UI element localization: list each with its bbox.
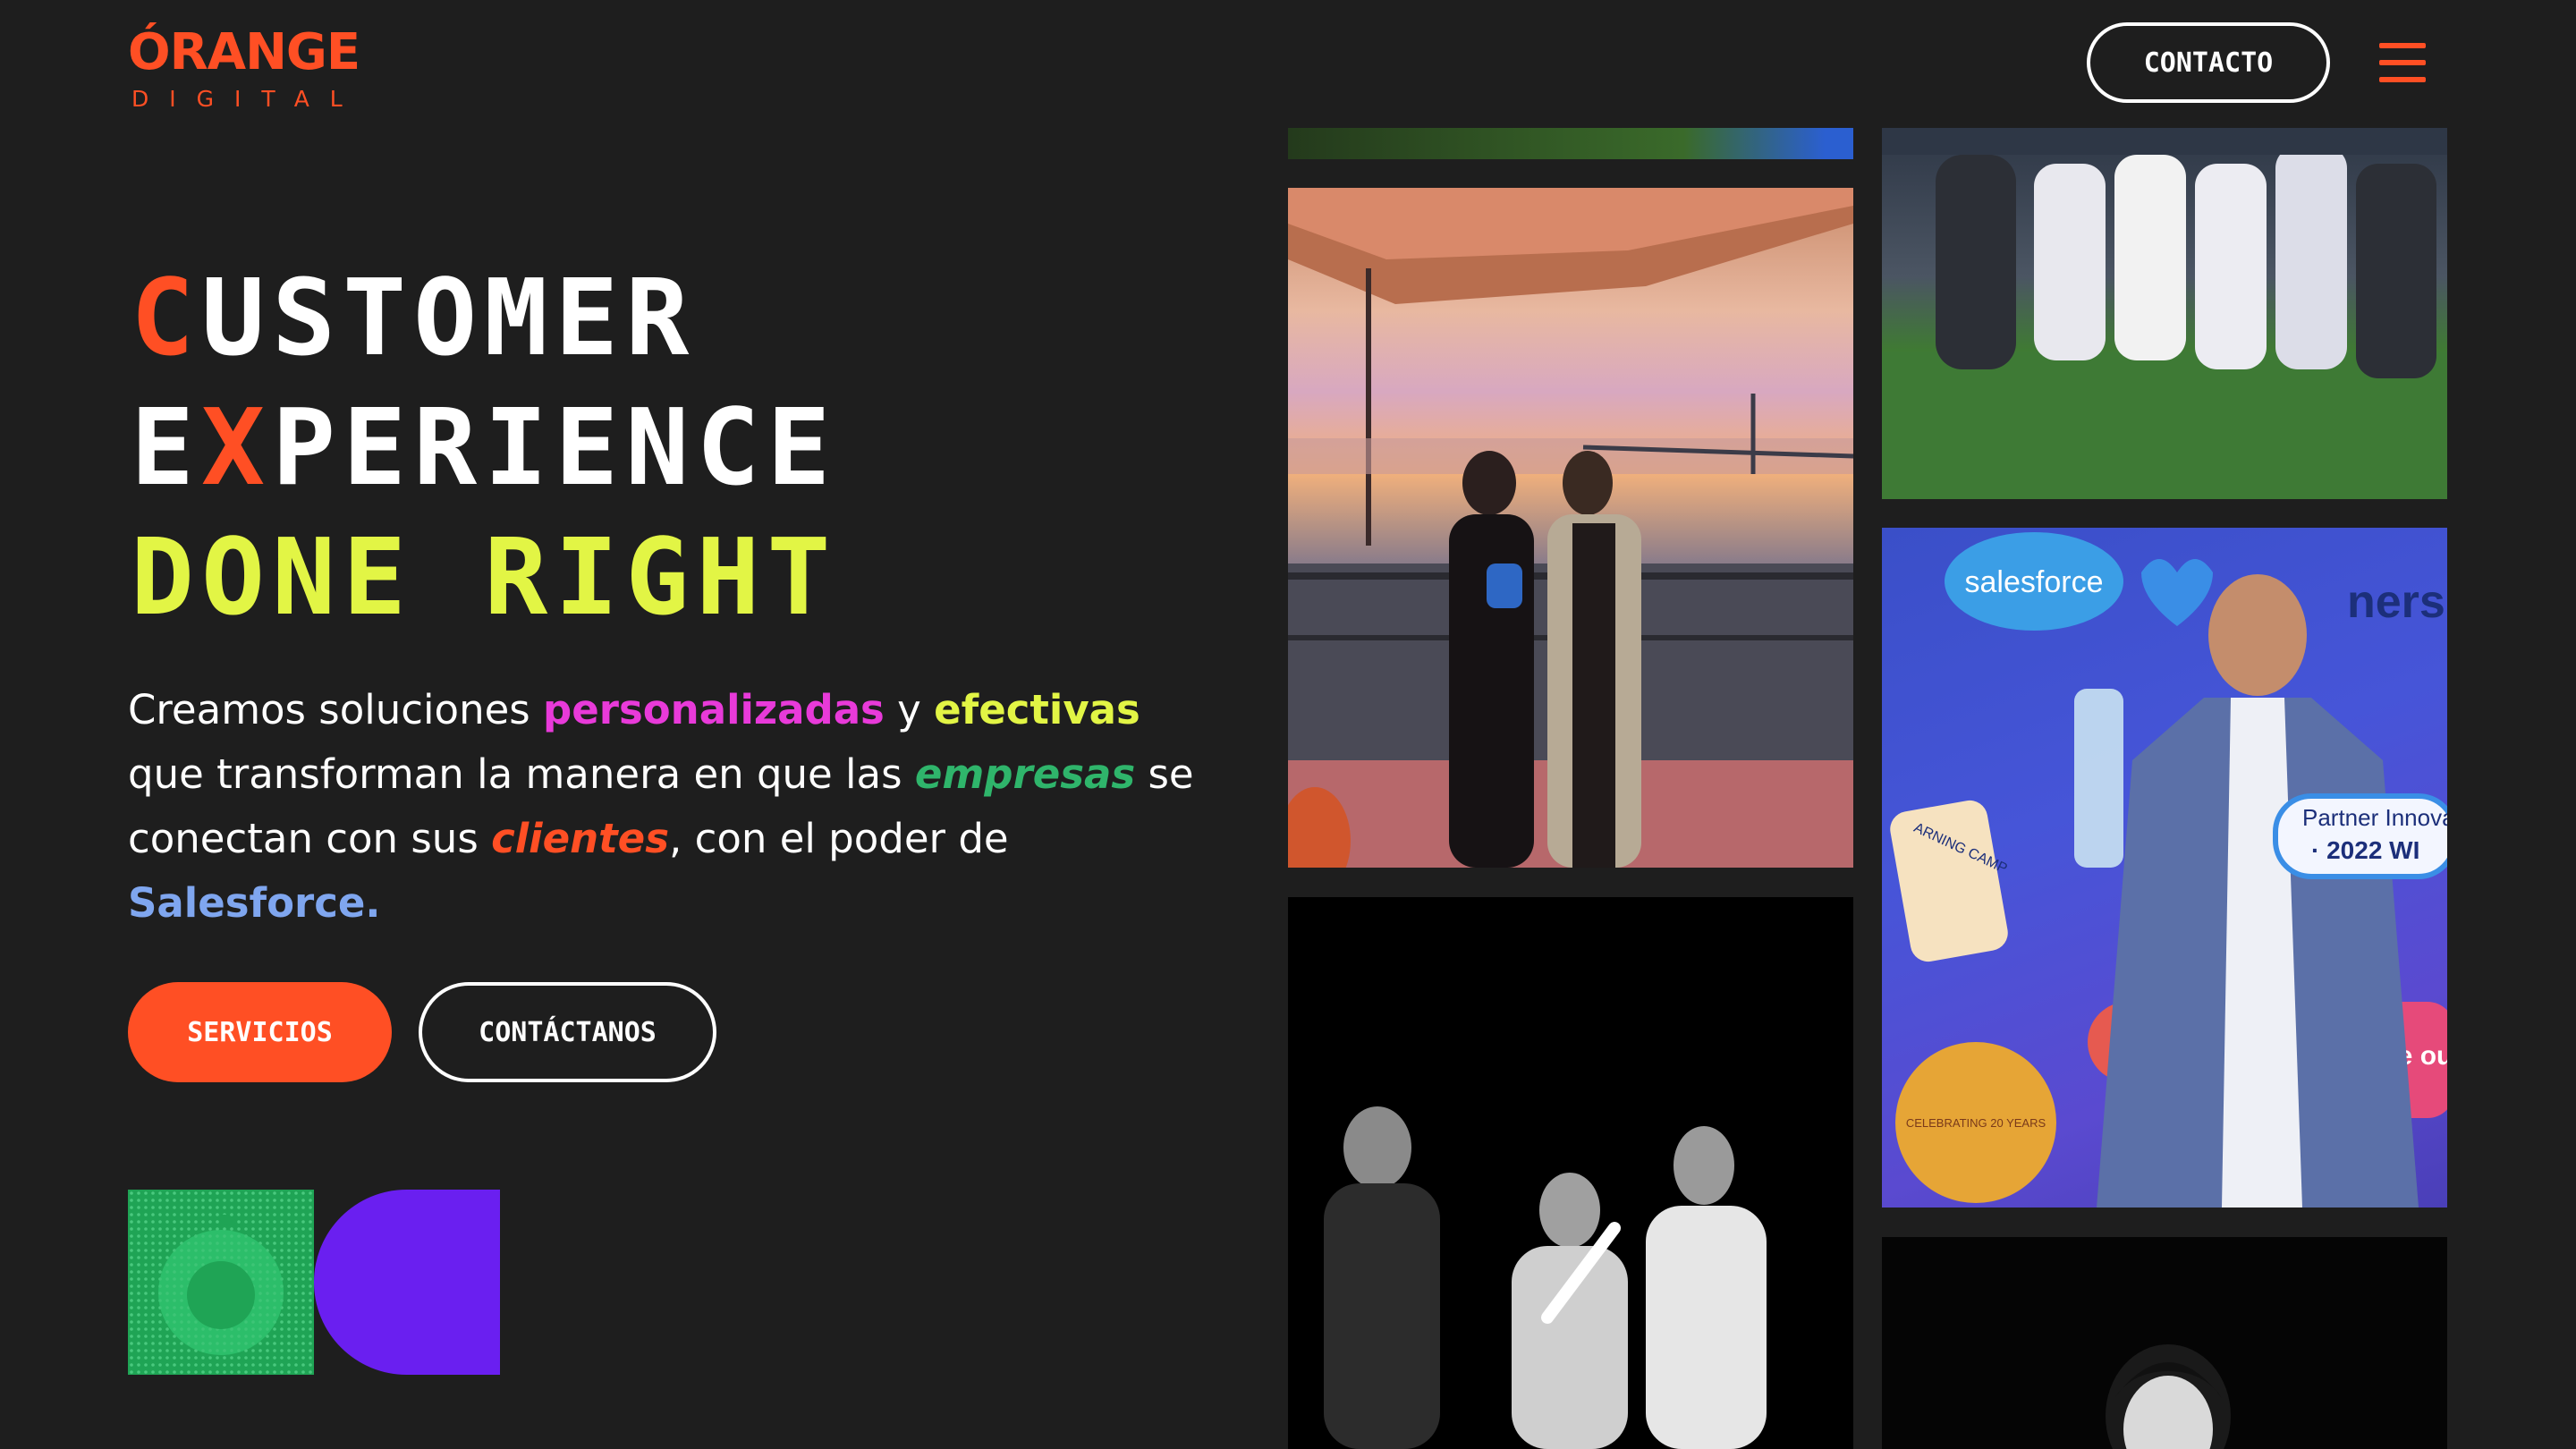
intro-paragraph: Creamos soluciones personalizadas y efec… — [128, 678, 1201, 936]
intro-text: y — [884, 686, 935, 733]
highlight-personalizadas: personalizadas — [543, 686, 885, 733]
partner-badge-line1: Partner Innova — [2302, 804, 2447, 831]
brand-subtitle: DIGITAL — [131, 86, 363, 112]
hero-line2-start: E — [131, 386, 202, 509]
hero-accent-letter: C — [131, 256, 202, 379]
intro-text: , con el poder de — [668, 815, 1009, 862]
gallery-photo-award: salesforce ners ARNING CAMP CELEBRATING … — [1882, 528, 2447, 1208]
brand-wordmark: ÓRANGE — [128, 23, 360, 81]
servicios-button[interactable]: SERVICIOS — [128, 982, 392, 1082]
team-bw-scene — [1324, 1106, 1767, 1449]
highlight-efectivas: efectivas — [934, 686, 1140, 733]
bay-bridge-scene — [1288, 188, 1853, 868]
highlight-salesforce: Salesforce — [128, 879, 366, 927]
highlight-empresas: empresas — [914, 750, 1136, 798]
group-lawn-scene — [1882, 128, 2447, 499]
hero-line2-rest: PERIENCE — [272, 386, 838, 509]
gallery-photo-portrait-bw — [1882, 1237, 2447, 1449]
contactanos-button[interactable]: CONTÁCTANOS — [419, 982, 716, 1082]
intro-text: que transforman la manera en que las — [128, 750, 915, 798]
gallery-photo-partial-top — [1288, 128, 1853, 159]
contact-button[interactable]: CONTACTO — [2087, 22, 2330, 103]
salesforce-sign-text: salesforce — [1965, 565, 2104, 599]
page: ÓRANGE DIGITAL CONTACTO CUSTOMER EXPERIE… — [0, 0, 2576, 1449]
highlight-clientes: clientes — [491, 815, 669, 862]
intro-period: . — [365, 879, 381, 927]
hero-line-customer: CUSTOMER — [131, 255, 696, 380]
gallery-photo-group-lawn — [1882, 128, 2447, 499]
orange-mark-icon — [128, 1190, 314, 1375]
brand-logo[interactable]: ÓRANGE DIGITAL — [128, 18, 360, 116]
hero-accent-letter: X — [201, 386, 273, 509]
gallery-photo-team-bw — [1288, 897, 1853, 1449]
banner-fragment-text: ners — [2347, 576, 2445, 628]
hero-line-experience: EXPERIENCE — [131, 385, 837, 510]
partner-badge-line2: · 2022 WI — [2311, 836, 2419, 864]
gallery-photo-bay-bridge — [1288, 188, 1853, 868]
hamburger-menu-icon[interactable] — [2379, 43, 2426, 82]
decorative-purple-shape — [314, 1190, 500, 1375]
award-scene: salesforce ners ARNING CAMP CELEBRATING … — [1890, 532, 2447, 1208]
intro-text: Creamos soluciones — [128, 686, 544, 733]
portrait-bw-scene — [2106, 1344, 2231, 1449]
decorative-orange-logo-tile — [128, 1190, 314, 1375]
hero-line1-rest: USTOMER — [201, 256, 697, 379]
hero-line-done-right: DONE RIGHT — [131, 515, 838, 639]
celebrating-sticker: CELEBRATING 20 YEARS — [1906, 1116, 2046, 1130]
